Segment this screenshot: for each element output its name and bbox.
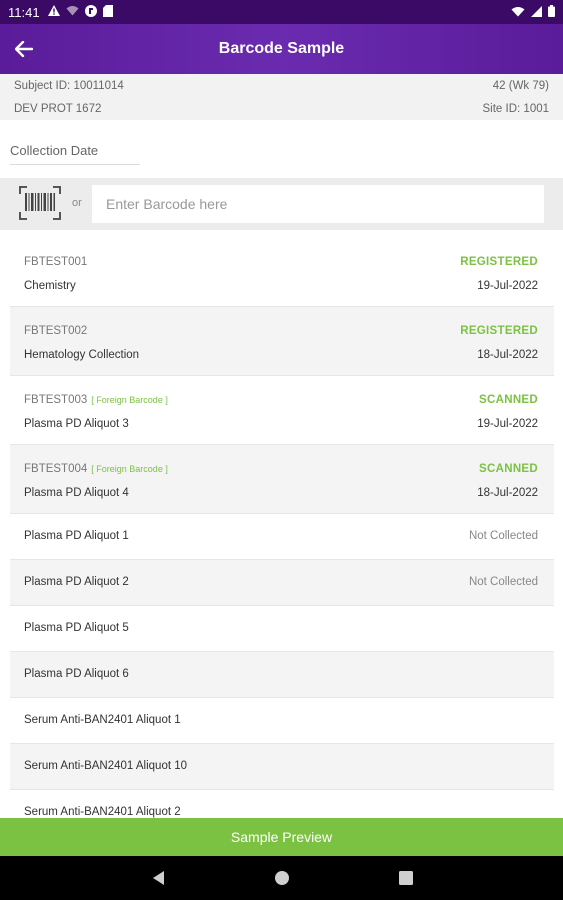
sample-row[interactable]: FBTEST002 Hematology Collection REGISTER… bbox=[10, 307, 554, 376]
sample-status: REGISTERED bbox=[460, 256, 538, 268]
sample-status: REGISTERED bbox=[460, 325, 538, 337]
sample-row[interactable]: Plasma PD Aliquot 6 bbox=[10, 652, 554, 698]
sample-name: Serum Anti-BAN2401 Aliquot 1 bbox=[24, 714, 181, 726]
signal-icon bbox=[531, 5, 542, 20]
sample-row[interactable]: FBTEST001 Chemistry REGISTERED 19-Jul-20… bbox=[10, 238, 554, 307]
status-time: 11:41 bbox=[8, 4, 40, 20]
barcode-scan-icon bbox=[19, 186, 61, 220]
site-id: Site ID: 1001 bbox=[482, 102, 549, 115]
nav-home-icon bbox=[274, 871, 289, 885]
sample-list: FBTEST001 Chemistry REGISTERED 19-Jul-20… bbox=[10, 238, 554, 818]
status-bar: 11:41 bbox=[0, 0, 563, 24]
sample-date: 19-Jul-2022 bbox=[477, 418, 538, 430]
nav-back-icon bbox=[152, 871, 164, 885]
collection-date-field[interactable]: Collection Date bbox=[0, 120, 563, 178]
sample-preview-button[interactable]: Sample Preview bbox=[0, 818, 563, 856]
sample-row[interactable]: Serum Anti-BAN2401 Aliquot 1 bbox=[10, 698, 554, 744]
sample-row[interactable]: Plasma PD Aliquot 1 Not Collected bbox=[10, 514, 554, 560]
nav-back-button[interactable] bbox=[146, 866, 170, 890]
sample-barcode: FBTEST001 bbox=[24, 256, 88, 268]
nav-home-button[interactable] bbox=[270, 866, 294, 890]
sample-status: SCANNED bbox=[479, 463, 538, 475]
sample-status: Not Collected bbox=[468, 530, 538, 542]
or-label: or bbox=[72, 197, 82, 209]
sample-barcode: FBTEST003[ Foreign Barcode ] bbox=[24, 394, 168, 406]
nav-recents-button[interactable] bbox=[394, 866, 418, 890]
sample-row[interactable]: Serum Anti-BAN2401 Aliquot 10 bbox=[10, 744, 554, 790]
protocol-label: DEV PROT 1672 bbox=[14, 102, 102, 115]
back-button[interactable] bbox=[8, 33, 40, 65]
alert-icon bbox=[47, 5, 60, 19]
sd-card-icon bbox=[102, 4, 113, 20]
visit-label: 42 (Wk 79) bbox=[492, 79, 549, 92]
scan-barcode-button[interactable] bbox=[18, 185, 62, 221]
sample-row[interactable]: Serum Anti-BAN2401 Aliquot 2 bbox=[10, 790, 554, 818]
subject-info-panel: Subject ID: 10011014 42 (Wk 79) DEV PROT… bbox=[0, 74, 563, 120]
sample-row[interactable]: Plasma PD Aliquot 5 bbox=[10, 606, 554, 652]
collection-date-label: Collection Date bbox=[10, 143, 99, 158]
collection-date-underline bbox=[10, 164, 140, 165]
sample-date: 19-Jul-2022 bbox=[477, 280, 538, 292]
foreign-barcode-tag: [ Foreign Barcode ] bbox=[91, 395, 168, 405]
sample-name: Plasma PD Aliquot 3 bbox=[24, 418, 129, 430]
sample-row[interactable]: FBTEST003[ Foreign Barcode ] Plasma PD A… bbox=[10, 376, 554, 445]
sample-name: Serum Anti-BAN2401 Aliquot 10 bbox=[24, 760, 188, 772]
battery-icon bbox=[548, 4, 555, 20]
sample-name: Hematology Collection bbox=[24, 349, 140, 361]
wifi-icon bbox=[511, 5, 525, 20]
sample-name: Plasma PD Aliquot 5 bbox=[24, 622, 129, 634]
sample-row[interactable]: FBTEST004[ Foreign Barcode ] Plasma PD A… bbox=[10, 445, 554, 514]
foreign-barcode-tag: [ Foreign Barcode ] bbox=[91, 464, 168, 474]
sample-date: 18-Jul-2022 bbox=[477, 487, 538, 499]
sample-barcode: FBTEST004[ Foreign Barcode ] bbox=[24, 463, 168, 475]
sample-name: Plasma PD Aliquot 6 bbox=[24, 668, 129, 680]
sample-name: Plasma PD Aliquot 2 bbox=[24, 576, 129, 588]
sample-status: Not Collected bbox=[468, 576, 538, 588]
barcode-entry-bar: or bbox=[0, 178, 563, 230]
sample-date: 18-Jul-2022 bbox=[477, 349, 538, 361]
sample-name: Serum Anti-BAN2401 Aliquot 2 bbox=[24, 806, 181, 818]
app-badge-icon bbox=[84, 4, 97, 20]
sample-row[interactable]: Plasma PD Aliquot 2 Not Collected bbox=[10, 560, 554, 606]
nav-recents-icon bbox=[398, 871, 413, 885]
app-bar: Barcode Sample bbox=[0, 24, 563, 74]
system-nav-bar bbox=[0, 856, 563, 900]
sample-status: SCANNED bbox=[479, 394, 538, 406]
sample-name: Plasma PD Aliquot 1 bbox=[24, 530, 129, 542]
subject-id: Subject ID: 10011014 bbox=[14, 79, 124, 92]
sample-name: Chemistry bbox=[24, 280, 76, 292]
sample-name: Plasma PD Aliquot 4 bbox=[24, 487, 129, 499]
sample-barcode: FBTEST002 bbox=[24, 325, 88, 337]
barcode-input[interactable] bbox=[92, 185, 544, 223]
page-title: Barcode Sample bbox=[218, 40, 345, 57]
arrow-left-icon bbox=[15, 41, 33, 57]
wifi-off-icon bbox=[66, 5, 79, 19]
